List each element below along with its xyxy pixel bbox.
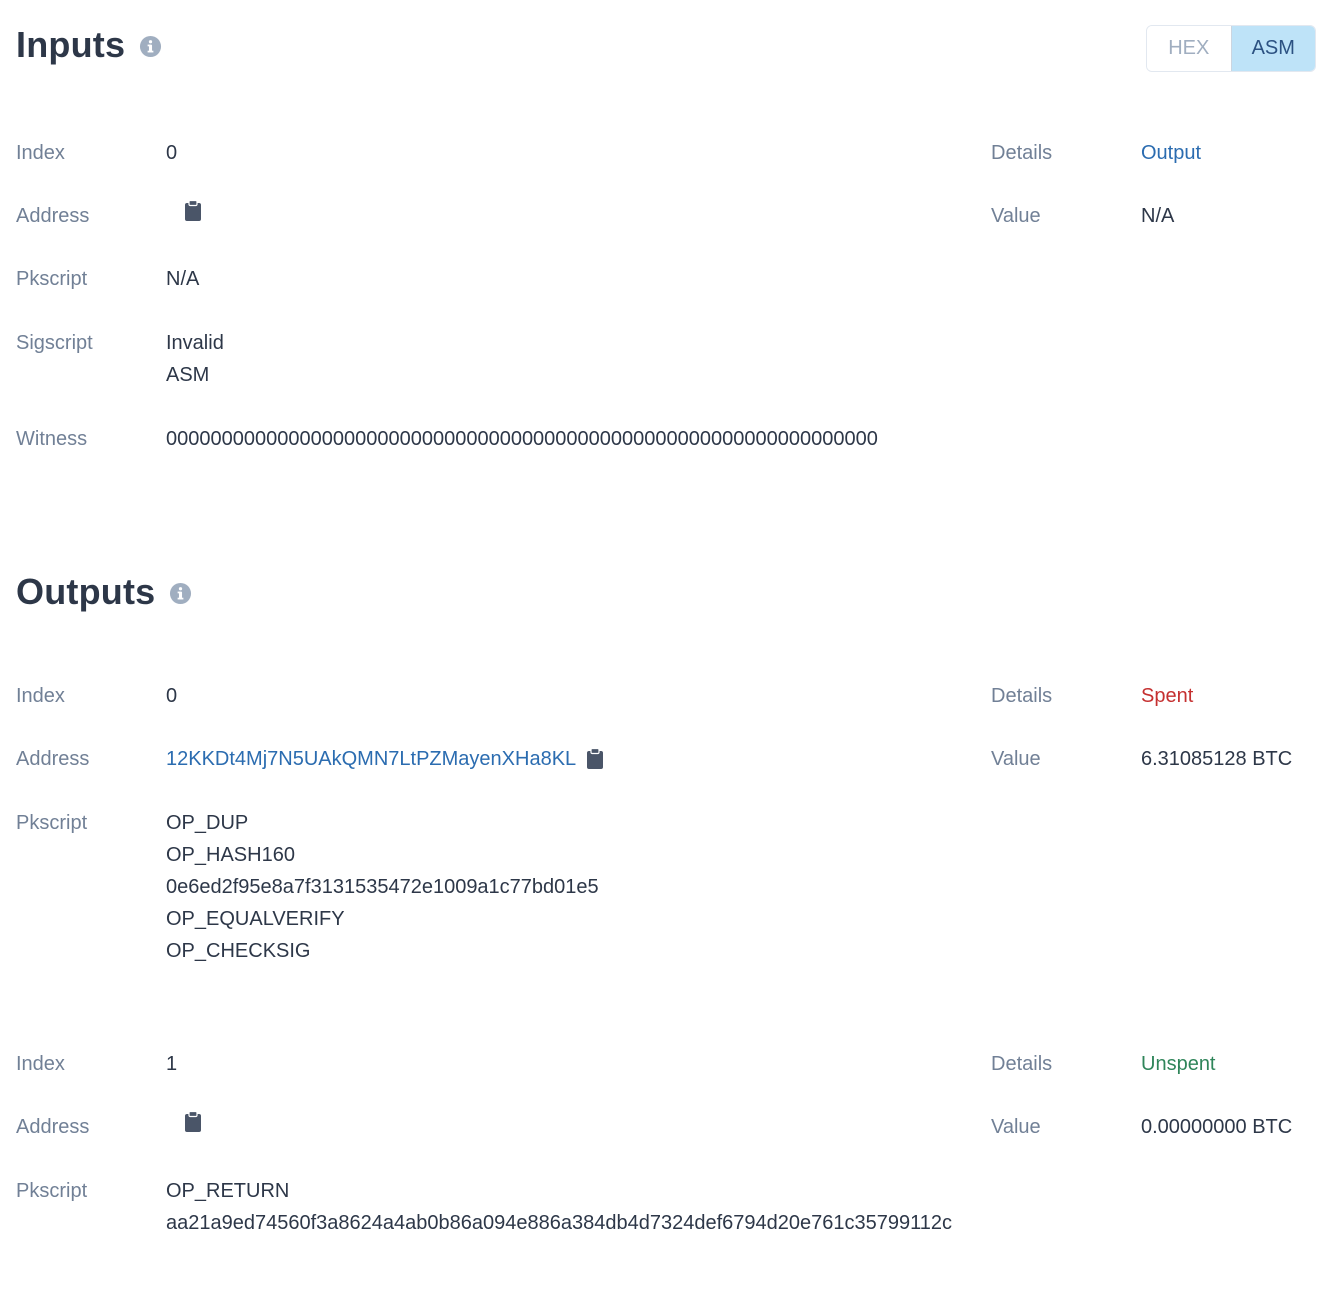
output0-value-amount: 6.31085128 BTC: [1141, 748, 1293, 770]
info-icon[interactable]: [139, 35, 162, 58]
pkscript-line: aa21a9ed74560f3a8624a4ab0b86a094e886a384…: [166, 1212, 952, 1234]
output1-pkscript-value: OP_RETURN aa21a9ed74560f3a8624a4ab0b86a0…: [166, 1175, 952, 1239]
hex-toggle-button[interactable]: HEX: [1147, 26, 1231, 71]
output0-pkscript-value: OP_DUP OP_HASH160 0e6ed2f95e8a7f31315354…: [166, 807, 599, 967]
input-witness-value: 0000000000000000000000000000000000000000…: [166, 428, 878, 450]
inputs-title: Inputs: [16, 24, 162, 66]
output1-address-value: [166, 1111, 202, 1133]
sigscript-line: ASM: [166, 364, 210, 386]
pkscript-line: OP_DUP: [166, 812, 249, 834]
output1-details-label: Details: [991, 1053, 1053, 1075]
input-sigscript-value: Invalid ASM: [166, 327, 224, 391]
input-address-label: Address: [16, 205, 90, 227]
output1-value-amount: 0.00000000 BTC: [1141, 1116, 1293, 1138]
input-value-label: Value: [991, 205, 1041, 227]
input-sigscript-label: Sigscript: [16, 332, 93, 354]
output0-address-value: 12KKDt4Mj7N5UAkQMN7LtPZMayenXHa8KL: [166, 743, 604, 775]
input-address-value: [166, 200, 202, 222]
clipboard-icon[interactable]: [586, 748, 604, 770]
output0-value-label: Value: [991, 748, 1041, 770]
input-index-label: Index: [16, 142, 65, 164]
outputs-title-text: Outputs: [16, 571, 156, 612]
info-icon[interactable]: [169, 582, 192, 605]
input-details-label: Details: [991, 142, 1053, 164]
outputs-title: Outputs: [16, 571, 192, 613]
input-witness-label: Witness: [16, 428, 88, 450]
output1-pkscript-label: Pkscript: [16, 1180, 88, 1202]
clipboard-icon[interactable]: [184, 1111, 202, 1133]
asm-toggle-button[interactable]: ASM: [1230, 26, 1315, 71]
sigscript-line: Invalid: [166, 332, 224, 354]
pkscript-line: OP_EQUALVERIFY: [166, 908, 345, 930]
output1-value-label: Value: [991, 1116, 1041, 1138]
pkscript-line: OP_RETURN: [166, 1180, 290, 1202]
pkscript-line: 0e6ed2f95e8a7f3131535472e1009a1c77bd01e5: [166, 876, 599, 898]
output0-details-label: Details: [991, 685, 1053, 707]
output1-index-label: Index: [16, 1053, 65, 1075]
inputs-title-text: Inputs: [16, 24, 126, 65]
output0-index-value: 0: [166, 685, 178, 707]
output1-address-label: Address: [16, 1116, 90, 1138]
output1-index-value: 1: [166, 1053, 178, 1075]
clipboard-icon[interactable]: [184, 200, 202, 222]
output0-index-label: Index: [16, 685, 65, 707]
script-format-toggle[interactable]: HEX ASM: [1146, 25, 1316, 72]
pkscript-line: OP_CHECKSIG: [166, 940, 311, 962]
output0-pkscript-label: Pkscript: [16, 812, 88, 834]
input-details-link[interactable]: Output: [1141, 137, 1201, 169]
output0-status[interactable]: Spent: [1141, 680, 1193, 712]
output0-address-link[interactable]: 12KKDt4Mj7N5UAkQMN7LtPZMayenXHa8KL: [166, 743, 576, 775]
input-value-amount: N/A: [1141, 205, 1175, 227]
output1-status: Unspent: [1141, 1053, 1216, 1075]
input-pkscript-value: N/A: [166, 268, 200, 290]
output0-address-label: Address: [16, 748, 90, 770]
pkscript-line: OP_HASH160: [166, 844, 295, 866]
input-pkscript-label: Pkscript: [16, 268, 88, 290]
input-index-value: 0: [166, 142, 178, 164]
